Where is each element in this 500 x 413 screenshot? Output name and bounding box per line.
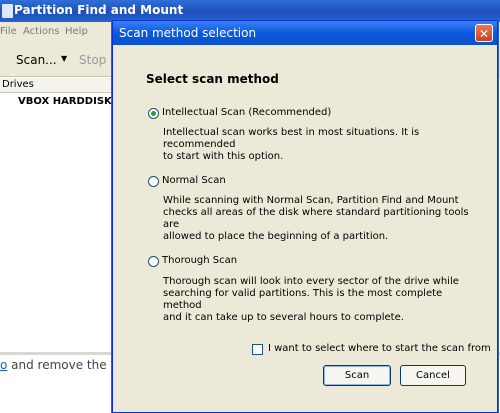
cancel-button[interactable]: Cancel xyxy=(400,365,466,386)
radio-thorough-scan[interactable] xyxy=(148,256,159,267)
drive-list-item[interactable]: VBOX HARDDISK xyxy=(18,96,112,107)
option-desc-normal: While scanning with Normal Scan, Partiti… xyxy=(163,195,469,242)
select-start-checkbox[interactable] xyxy=(252,344,263,355)
menu-file[interactable]: File xyxy=(0,26,17,37)
scan-button[interactable]: Scan xyxy=(323,365,391,386)
app-title: Partition Find and Mount xyxy=(14,3,184,17)
info-text: o and remove the xyxy=(0,358,107,372)
option-label-intellectual[interactable]: Intellectual Scan (Recommended) xyxy=(162,107,331,118)
app-icon xyxy=(2,4,13,18)
option-label-normal[interactable]: Normal Scan xyxy=(162,175,226,186)
menu-actions[interactable]: Actions xyxy=(23,26,60,37)
toolbar-scan-button[interactable]: Scan... xyxy=(16,53,57,67)
radio-intellectual-scan[interactable] xyxy=(148,108,159,119)
option-label-thorough[interactable]: Thorough Scan xyxy=(162,255,237,266)
dropdown-arrow-icon[interactable]: ▼ xyxy=(61,54,67,63)
select-start-checkbox-label[interactable]: I want to select where to start the scan… xyxy=(268,343,491,354)
app-titlebar: Partition Find and Mount xyxy=(0,0,500,22)
drives-column-header: Drives xyxy=(0,78,112,93)
dialog-heading: Select scan method xyxy=(146,72,279,86)
close-icon[interactable]: ✕ xyxy=(475,24,493,42)
drives-header-label: Drives xyxy=(2,79,34,90)
menu-help[interactable]: Help xyxy=(65,26,88,37)
option-desc-intellectual: Intellectual scan works best in most sit… xyxy=(163,127,420,162)
info-text-rest: and remove the xyxy=(7,358,107,372)
scan-method-dialog: Scan method selection ✕ Select scan meth… xyxy=(112,20,498,413)
dialog-titlebar[interactable]: Scan method selection ✕ xyxy=(113,21,497,45)
option-desc-thorough: Thorough scan will look into every secto… xyxy=(163,276,459,323)
radio-normal-scan[interactable] xyxy=(148,176,159,187)
dialog-title: Scan method selection xyxy=(119,26,257,40)
